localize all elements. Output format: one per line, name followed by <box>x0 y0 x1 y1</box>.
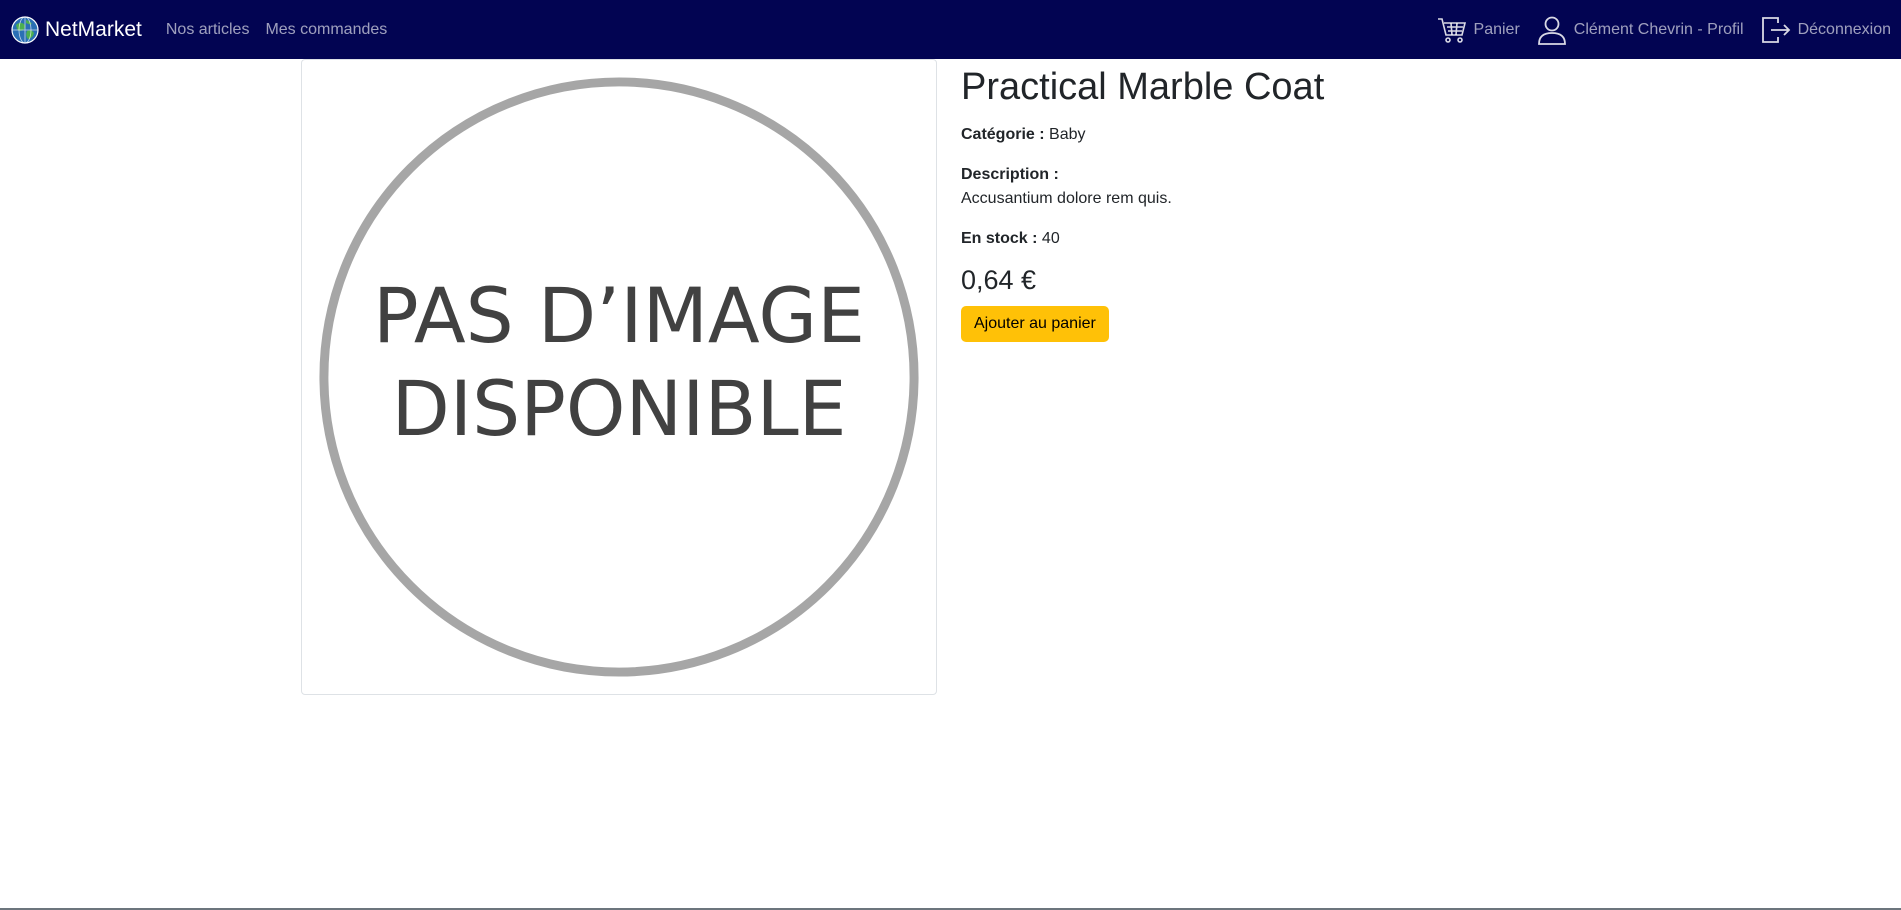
nav-right-group: Panier Clément Chevrin - Profil Déconnex… <box>1420 14 1891 46</box>
product-image-placeholder: PAS D’IMAGE DISPONIBLE <box>301 59 937 695</box>
top-navbar: NetMarket Nos articles Mes commandes Pan… <box>0 0 1901 59</box>
nav-left-group: NetMarket Nos articles Mes commandes <box>10 15 403 45</box>
add-to-cart-button[interactable]: Ajouter au panier <box>961 305 1109 342</box>
no-image-text-line2: DISPONIBLE <box>391 365 846 453</box>
description-value: Accusantium dolore rem quis. <box>961 189 1172 207</box>
product-details: Practical Marble Coat Catégorie : Baby D… <box>961 59 1761 342</box>
logout-icon <box>1760 14 1798 46</box>
product-stock: En stock : 40 <box>961 227 1761 251</box>
globe-logo-icon <box>10 15 45 45</box>
stock-label: En stock : <box>961 229 1038 247</box>
nav-link-orders[interactable]: Mes commandes <box>265 21 387 39</box>
product-description: Description : Accusantium dolore rem qui… <box>961 163 1761 211</box>
description-label: Description : <box>961 165 1059 183</box>
brand-link[interactable]: NetMarket <box>10 15 142 45</box>
brand-name: NetMarket <box>45 17 142 41</box>
cart-icon <box>1436 14 1474 46</box>
nav-link-cart[interactable]: Panier <box>1436 14 1520 46</box>
product-category: Catégorie : Baby <box>961 123 1761 147</box>
category-label: Catégorie : <box>961 125 1045 143</box>
user-icon <box>1536 14 1574 46</box>
category-value: Baby <box>1049 125 1086 143</box>
nav-link-logout[interactable]: Déconnexion <box>1760 14 1891 46</box>
product-price: 0,64 € <box>961 264 1037 295</box>
no-image-text-line1: PAS D’IMAGE <box>373 272 865 360</box>
no-image-graphic: PAS D’IMAGE DISPONIBLE <box>319 77 919 677</box>
cart-label: Panier <box>1473 20 1520 38</box>
stock-value: 40 <box>1041 229 1060 247</box>
profile-label: Clément Chevrin - Profil <box>1573 20 1744 38</box>
product-title: Practical Marble Coat <box>961 66 1325 108</box>
logout-label: Déconnexion <box>1797 20 1891 38</box>
nav-link-profile[interactable]: Clément Chevrin - Profil <box>1536 14 1744 46</box>
nav-link-articles[interactable]: Nos articles <box>166 21 250 39</box>
